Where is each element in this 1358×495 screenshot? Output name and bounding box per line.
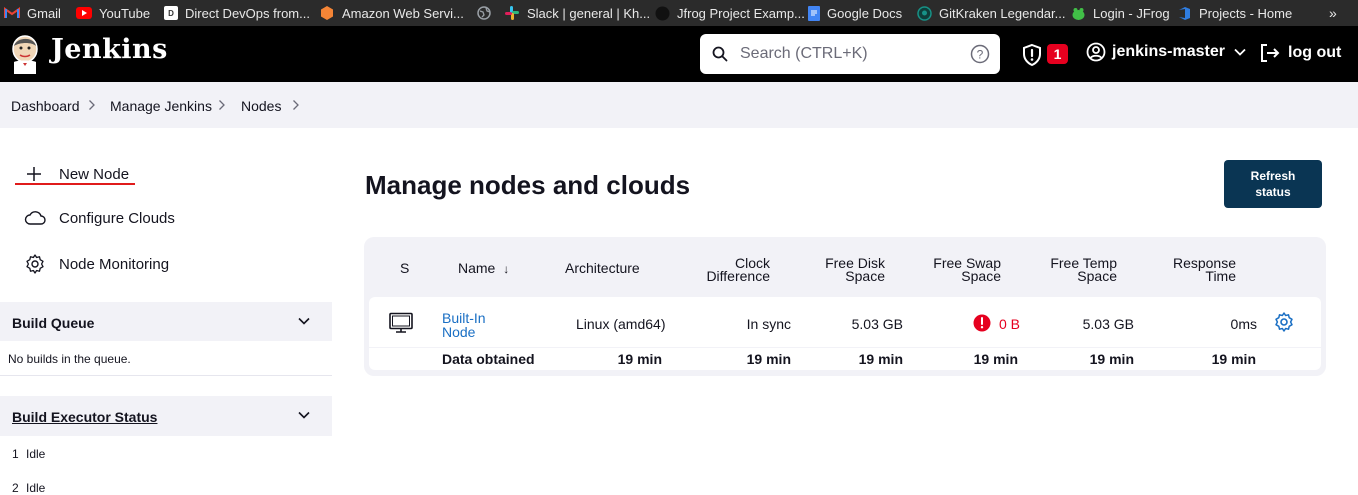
node-clock-difference: In sync [746,316,791,332]
obtained-swap: 19 min [973,351,1018,367]
jfrog-icon [1070,5,1086,21]
gmail-icon [4,5,20,21]
youtube-icon [76,7,92,19]
node-response-time: 0ms [1230,316,1257,332]
cloud-icon [24,211,46,225]
breadcrumb-dashboard[interactable]: Dashboard [11,98,80,114]
computer-icon [389,312,413,333]
node-free-temp: 5.03 GB [1082,316,1134,332]
svg-text:?: ? [977,48,984,62]
logout-icon [1261,44,1280,62]
bookmark-slack[interactable]: Slack | general | Kh... [504,0,654,26]
page-icon: D [164,6,178,20]
sidebar-task-node-monitoring[interactable]: Node Monitoring [24,253,169,275]
column-header-name[interactable]: Name ↓ [458,261,510,276]
bookmark-projects-home[interactable]: Projects - Home [1176,0,1296,26]
build-queue-empty: No builds in the queue. [8,352,131,366]
obtained-response: 19 min [1211,351,1256,367]
executor-status-header[interactable]: Build Executor Status [0,396,332,436]
obtained-temp: 19 min [1089,351,1134,367]
divider [0,375,332,376]
obtained-disk: 19 min [858,351,903,367]
bookmark-jfrog-login[interactable]: Login - JFrog [1070,0,1176,26]
jenkins-logo[interactable] [10,34,40,74]
data-obtained-label: Data obtained [442,351,535,367]
chevron-down-icon[interactable] [298,411,310,419]
bookmarks-bar: Gmail YouTube D Direct DevOps from... Am… [0,0,1358,26]
table-row: Data obtained 19 min 19 min 19 min 19 mi… [369,348,1321,370]
executor-state: Idle [26,481,46,495]
chevron-right-icon [219,100,225,110]
bookmark-gitkraken[interactable]: GitKraken Legendar... [916,0,1070,26]
sort-arrow-icon: ↓ [503,262,510,276]
build-queue-header[interactable]: Build Queue [0,302,332,341]
bookmark-globe[interactable] [476,0,504,26]
github-icon [654,5,670,21]
help-icon[interactable]: ? [970,44,990,64]
bookmark-google-docs[interactable]: Google Docs [808,0,916,26]
bookmark-jfrog-project[interactable]: Jfrog Project Examp... [654,0,808,26]
gear-icon [26,254,44,274]
bookmark-youtube[interactable]: YouTube [76,0,164,26]
executor-status-title[interactable]: Build Executor Status [12,409,157,425]
username: jenkins-master [1112,43,1225,60]
obtained-architecture: 19 min [617,351,662,367]
search-box[interactable]: ? [700,34,1000,74]
executor-number: 1 [12,447,19,461]
bookmark-aws[interactable]: Amazon Web Servi... [319,0,476,26]
column-header-clock-difference[interactable]: Clock Difference [700,256,770,283]
table-row: Built-In Node Linux (amd64) In sync 5.03… [369,297,1321,347]
search-icon [712,46,728,62]
nodes-table: S Name ↓ Architecture Clock Difference F… [364,237,1326,376]
executor-state: Idle [26,447,46,461]
bookmark-direct-devops[interactable]: D Direct DevOps from... [164,0,319,26]
red-underline-annotation [15,183,135,185]
sidebar-task-configure-clouds[interactable]: Configure Clouds [24,208,175,228]
logout-link[interactable]: log out [1258,42,1341,64]
sidebar-task-new-node[interactable]: New Node [24,164,129,184]
chevron-right-icon [89,100,95,110]
column-header-response-time[interactable]: Response Time [1164,256,1236,283]
node-name-link[interactable]: Built-In Node [442,311,486,339]
refresh-status-button[interactable]: Refresh status [1224,160,1322,208]
build-queue-title: Build Queue [12,315,95,331]
bookmarks-overflow-button[interactable]: » [1329,0,1337,26]
column-header-architecture[interactable]: Architecture [565,261,640,275]
node-free-disk: 5.03 GB [851,316,903,332]
node-settings-gear-icon[interactable] [1273,311,1295,333]
slack-icon [504,5,520,21]
globe-icon [476,5,492,21]
docs-icon [808,5,820,21]
node-free-swap: 0 B [999,316,1021,332]
bookmark-gmail[interactable]: Gmail [4,0,76,26]
error-icon [973,314,991,332]
column-header-free-swap[interactable]: Free Swap Space [929,256,1001,283]
obtained-clock: 19 min [746,351,791,367]
search-input[interactable] [740,42,960,66]
user-menu[interactable]: jenkins-master [1086,42,1246,62]
executor-number: 2 [12,481,19,495]
alert-count-badge[interactable]: 1 [1047,44,1068,64]
chevron-down-icon [1234,48,1246,56]
gitkraken-icon [916,5,932,21]
brand-name[interactable]: Jenkins [51,34,168,65]
aws-icon [319,5,335,21]
chevron-down-icon[interactable] [298,317,310,325]
breadcrumb: Dashboard Manage Jenkins Nodes [0,82,1358,128]
chevron-right-icon[interactable] [292,99,300,111]
column-header-free-disk[interactable]: Free Disk Space [816,256,885,283]
column-header-status[interactable]: S [400,261,409,275]
plus-icon [27,167,41,181]
top-header: Jenkins ? 1 jenkins-master log out [0,26,1358,82]
node-architecture: Linux (amd64) [576,316,666,332]
column-header-free-temp[interactable]: Free Temp Space [1044,256,1117,283]
security-shield-icon[interactable] [1020,43,1044,67]
breadcrumb-nodes[interactable]: Nodes [241,98,281,114]
user-avatar-icon [1086,42,1106,62]
breadcrumb-manage-jenkins[interactable]: Manage Jenkins [110,98,212,114]
azure-devops-icon [1176,5,1192,21]
page-title: Manage nodes and clouds [365,170,691,200]
